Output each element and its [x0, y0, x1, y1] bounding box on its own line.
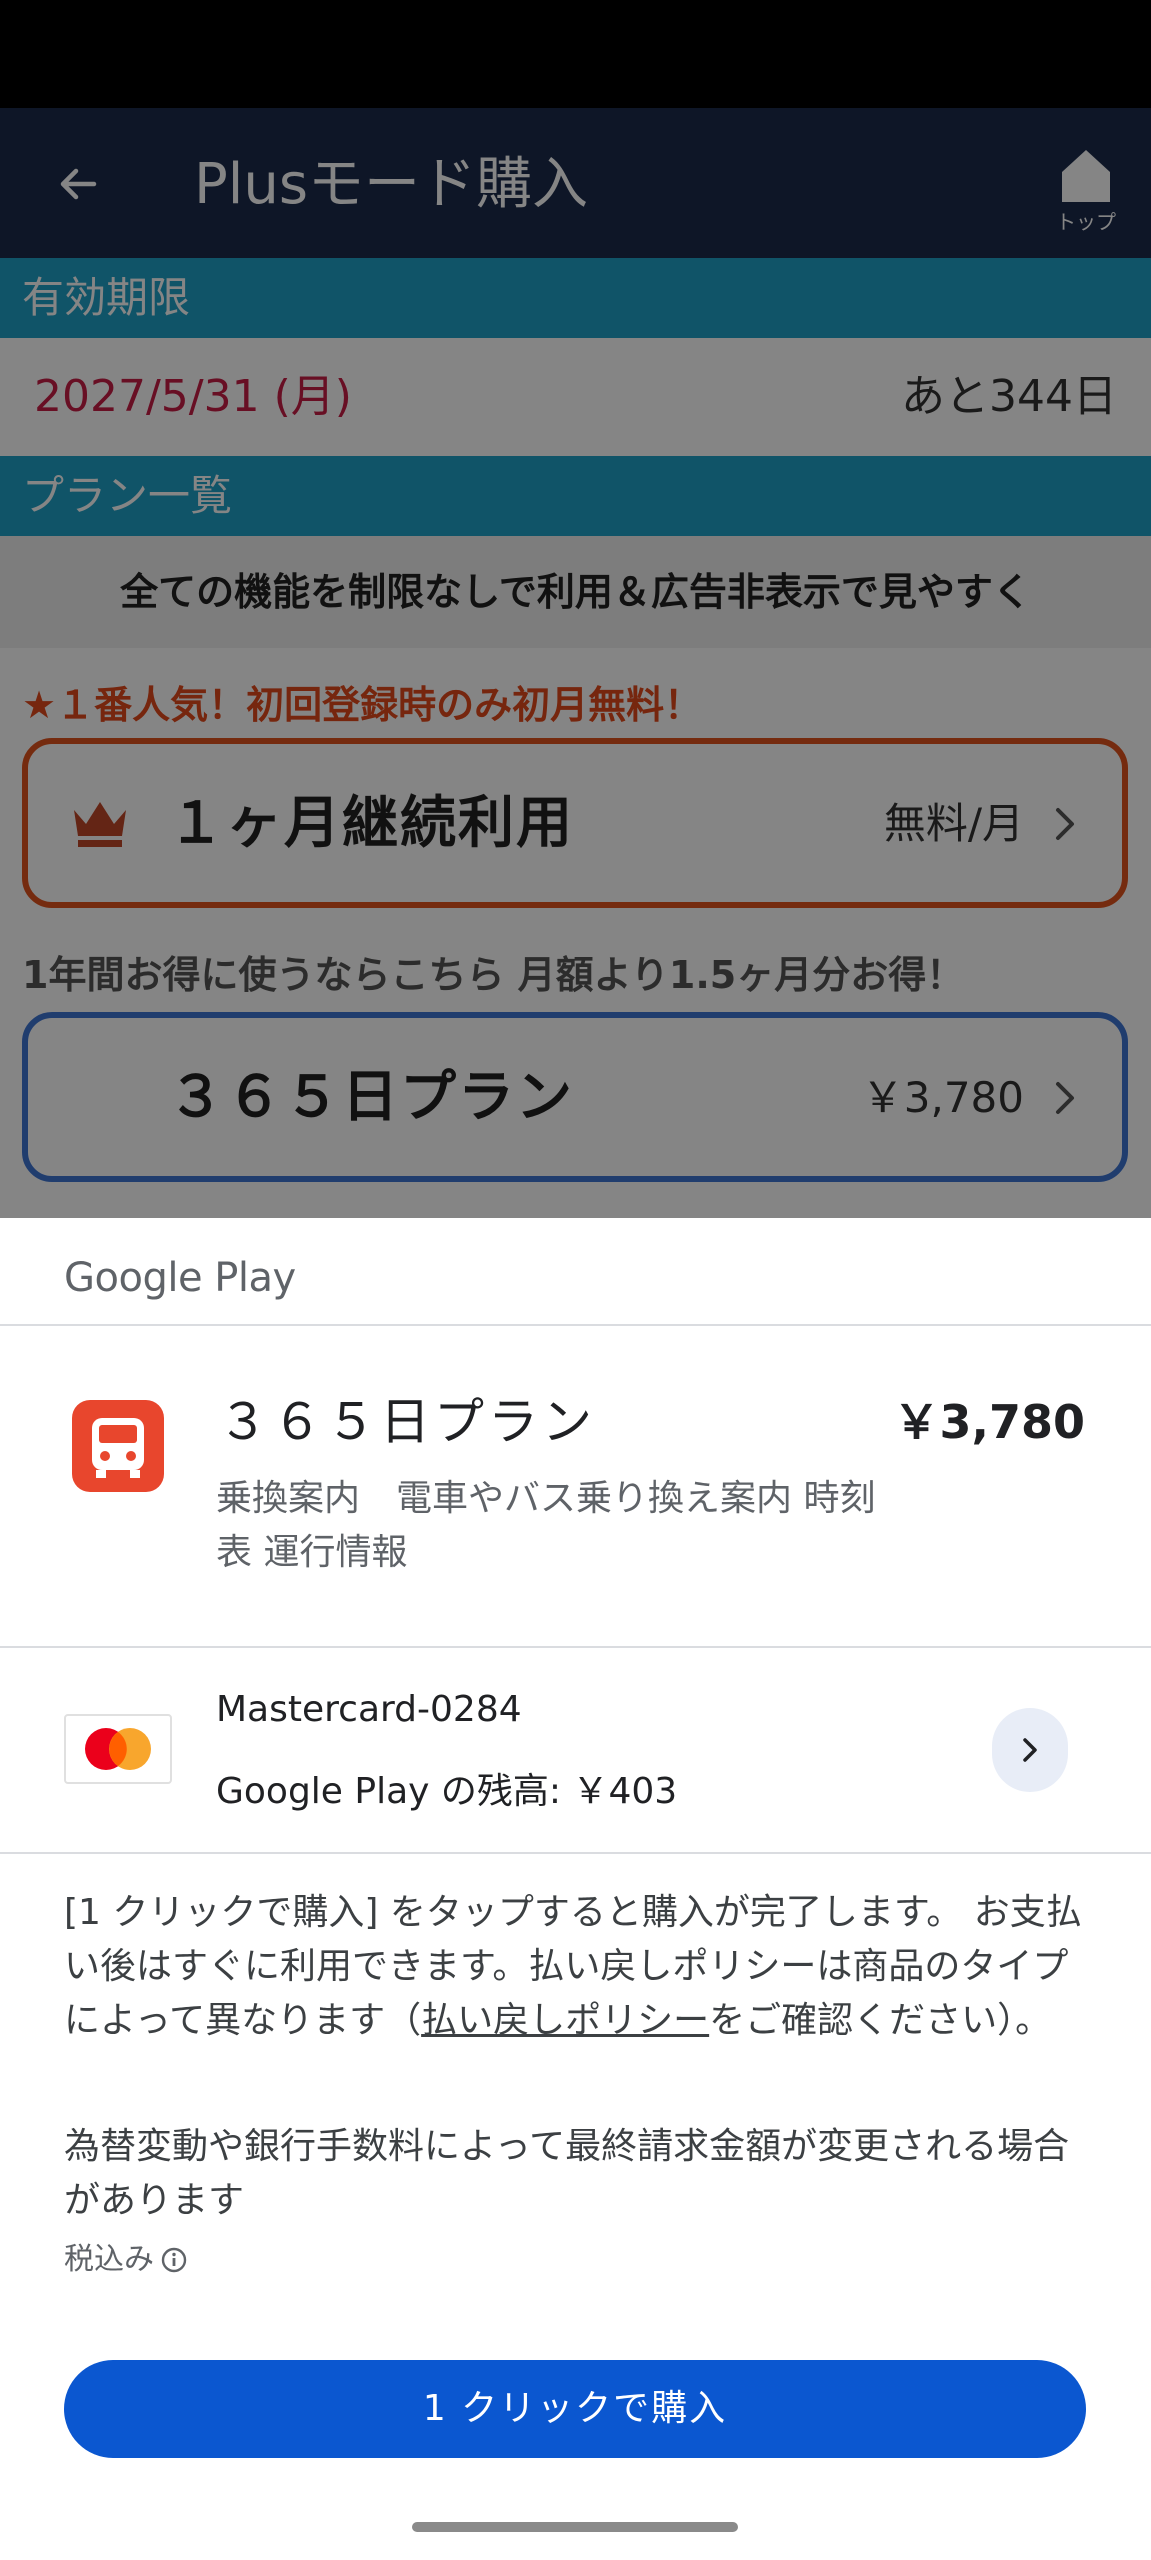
train-app-icon	[72, 1400, 164, 1492]
mastercard-icon	[64, 1714, 172, 1784]
item-description: 乗換案内 電車やバス乗り換え案内 時刻表 運行情報	[216, 1478, 876, 1573]
tax-included[interactable]: 税込み	[64, 2238, 188, 2282]
purchase-terms: [1 クリックで購入] をタップすると購入が完了します。 お支払い後はすぐに利用…	[64, 1886, 1088, 2048]
modal-scrim[interactable]	[0, 108, 1151, 1218]
divider	[0, 1852, 1151, 1854]
divider	[0, 1646, 1151, 1648]
google-play-logo: Google Play	[64, 1255, 296, 1301]
refund-policy-link[interactable]: 払い戻しポリシー	[421, 2000, 709, 2041]
item-title: ３６５日プラン	[218, 1393, 596, 1451]
exchange-rate-note: 為替変動や銀行手数料によって最終請求金額が変更される場合があります	[64, 2126, 1070, 2221]
payment-method-name: Mastercard-0284	[216, 1689, 522, 1730]
info-icon	[161, 2247, 187, 2273]
change-payment-button[interactable]	[992, 1708, 1068, 1792]
tax-included-label: 税込み	[64, 2242, 154, 2277]
terms-text-end: をご確認ください）。	[709, 2000, 1052, 2041]
google-play-purchase-sheet: Google Play ３６５日プラン ￥3,780 乗換案内 電車やバス乗り換…	[0, 1218, 1151, 2560]
google-play-balance: Google Play の残高: ￥403	[216, 1771, 678, 1812]
status-bar	[0, 0, 1151, 108]
one-click-buy-button[interactable]: 1 クリックで購入	[64, 2360, 1086, 2458]
item-price: ￥3,780	[893, 1395, 1085, 1449]
gesture-home-indicator[interactable]	[412, 2522, 738, 2532]
divider	[0, 1324, 1151, 1326]
chevron-right-icon	[1023, 1738, 1037, 1762]
